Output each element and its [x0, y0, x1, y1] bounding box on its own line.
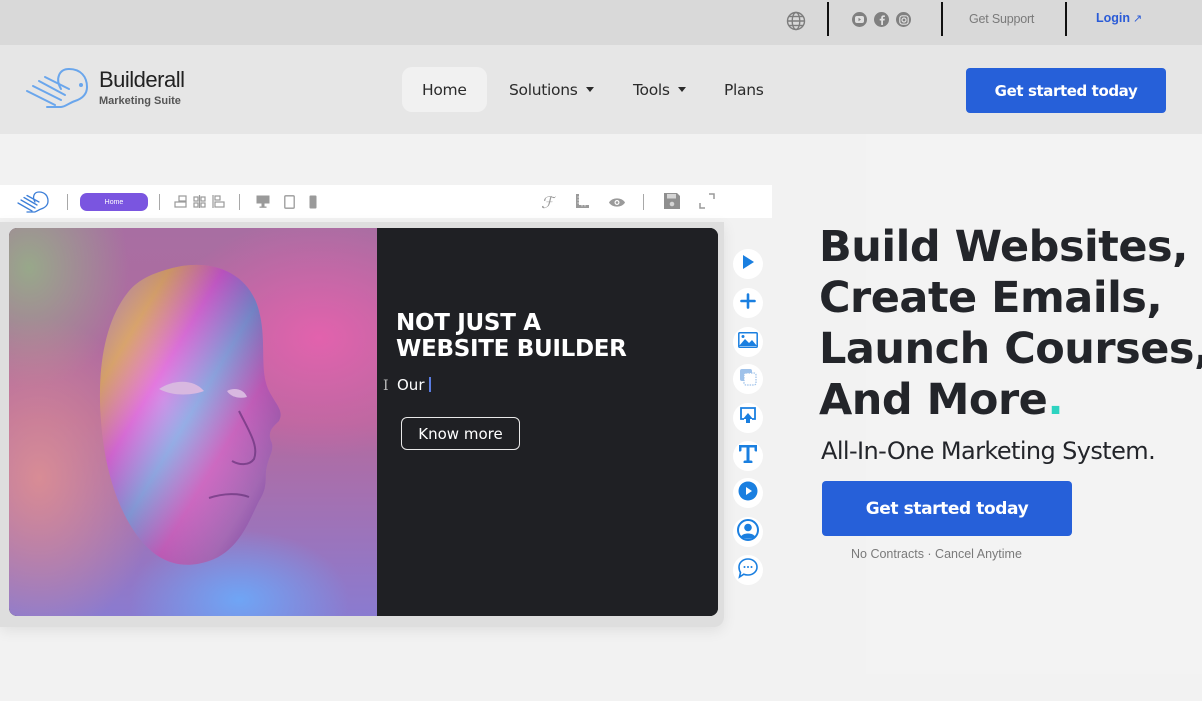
- tool-pointer[interactable]: [733, 249, 763, 279]
- brand-name[interactable]: Builderall: [99, 67, 185, 93]
- align-center-icon[interactable]: [193, 195, 206, 213]
- video-icon: [738, 481, 758, 506]
- face-illustration: [99, 264, 281, 565]
- hero-title: Build Websites, Create Emails, Launch Co…: [819, 222, 1202, 426]
- divider: [159, 194, 160, 210]
- eye-icon[interactable]: [609, 195, 625, 213]
- desktop-icon[interactable]: [256, 195, 270, 213]
- nav-tools-label: Tools: [633, 80, 670, 99]
- nav-home-label: Home: [422, 80, 467, 99]
- divider: [67, 194, 68, 210]
- chat-icon: [737, 557, 759, 584]
- align-left-icon[interactable]: [174, 195, 187, 213]
- tablet-icon[interactable]: [284, 195, 295, 214]
- get-started-nav-button[interactable]: Get started today: [966, 68, 1166, 113]
- layers-icon: [739, 368, 757, 391]
- page-selector[interactable]: Home: [80, 193, 148, 211]
- divider: [643, 194, 644, 210]
- canvas-text-section: NOT JUST A WEBSITE BUILDER I Our Know mo…: [377, 228, 718, 616]
- hero-subtitle: All-In-One Marketing System.: [821, 437, 1156, 465]
- mobile-icon[interactable]: [309, 195, 317, 214]
- tool-add[interactable]: [733, 288, 763, 318]
- text-cursor-icon: I: [383, 378, 389, 394]
- canvas-headline[interactable]: NOT JUST A WEBSITE BUILDER: [396, 310, 627, 362]
- add-icon: [740, 292, 756, 314]
- tool-chat[interactable]: [733, 555, 763, 585]
- caret-down-icon: [585, 87, 594, 92]
- login-link[interactable]: Login ↗: [1096, 11, 1142, 25]
- align-right-icon[interactable]: [212, 195, 225, 213]
- builder-toolbar: Home ℱ: [0, 185, 772, 218]
- pointer-icon: [741, 254, 755, 275]
- divider: [1065, 2, 1067, 36]
- get-started-hero-button[interactable]: Get started today: [822, 481, 1072, 536]
- utility-bar: Get Support Login ↗: [0, 0, 1202, 45]
- main-navbar: Builderall Marketing Suite Home Solution…: [0, 45, 1202, 134]
- fullscreen-icon[interactable]: [699, 193, 715, 214]
- image-icon: [738, 331, 758, 353]
- nav-solutions[interactable]: Solutions: [509, 67, 594, 112]
- nav-plans-label: Plans: [724, 80, 764, 99]
- ruler-icon[interactable]: [575, 194, 589, 213]
- nav-home[interactable]: Home: [402, 67, 487, 112]
- text-caret: [429, 377, 431, 392]
- tool-user[interactable]: [733, 517, 763, 547]
- builderall-logo-icon: [17, 191, 51, 218]
- accent-dot: .: [1047, 375, 1064, 425]
- brand-tagline: Marketing Suite: [99, 95, 181, 107]
- facebook-icon[interactable]: [874, 12, 889, 27]
- hero-title-line: Launch Courses,: [819, 324, 1202, 374]
- hero-title-line: Create Emails,: [819, 273, 1163, 323]
- divider: [827, 2, 829, 36]
- upload-icon: [739, 407, 757, 429]
- tool-upload[interactable]: [733, 403, 763, 433]
- hero-note: No Contracts · Cancel Anytime: [851, 547, 1022, 561]
- hero-face-image[interactable]: [9, 228, 377, 616]
- know-more-button[interactable]: Know more: [401, 417, 520, 450]
- get-support-link[interactable]: Get Support: [969, 12, 1034, 26]
- hero-title-line: Build Websites,: [819, 222, 1188, 272]
- instagram-icon[interactable]: [896, 12, 911, 27]
- youtube-icon[interactable]: [852, 12, 867, 27]
- globe-icon[interactable]: [786, 11, 806, 31]
- nav-solutions-label: Solutions: [509, 80, 578, 99]
- hero-title-line: And More.: [819, 375, 1202, 426]
- external-link-icon: ↗: [1133, 13, 1143, 25]
- builder-canvas[interactable]: NOT JUST A WEBSITE BUILDER I Our Know mo…: [9, 228, 718, 616]
- caret-down-icon: [677, 87, 686, 92]
- login-label: Login: [1096, 11, 1131, 25]
- tool-image[interactable]: [733, 327, 763, 357]
- headline-line: NOT JUST A: [396, 310, 541, 336]
- font-icon[interactable]: ℱ: [541, 193, 554, 212]
- text-icon: [738, 444, 758, 468]
- divider: [941, 2, 943, 36]
- hero-title-last: And More: [819, 375, 1048, 425]
- nav-plans[interactable]: Plans: [724, 67, 764, 112]
- tool-video[interactable]: [733, 478, 763, 508]
- divider: [239, 194, 240, 210]
- headline-line: WEBSITE BUILDER: [396, 336, 627, 362]
- nav-tools[interactable]: Tools: [633, 67, 686, 112]
- builderall-logo-icon[interactable]: [25, 67, 93, 109]
- canvas-typing-text[interactable]: Our: [397, 376, 424, 394]
- tool-layers[interactable]: [733, 364, 763, 394]
- save-icon[interactable]: [664, 193, 680, 214]
- user-icon: [737, 518, 759, 546]
- tool-text[interactable]: [733, 441, 763, 471]
